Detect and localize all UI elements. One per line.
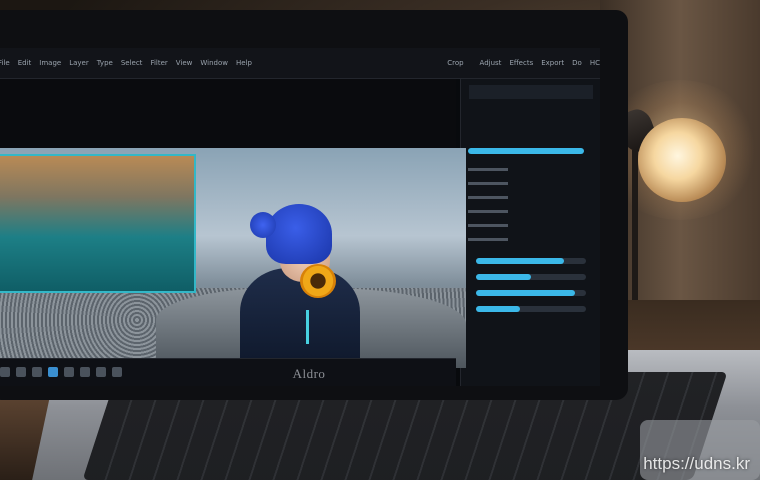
menu-item-edit[interactable]: Edit bbox=[18, 59, 32, 67]
toolbar-item-crop[interactable]: Crop bbox=[447, 59, 463, 67]
menu-item-file[interactable]: File bbox=[0, 59, 10, 67]
sunflower bbox=[300, 264, 336, 298]
selected-layer-bar[interactable] bbox=[468, 148, 584, 154]
toolbar-item-export[interactable]: Export bbox=[541, 59, 564, 67]
menu-item-layer[interactable]: Layer bbox=[69, 59, 89, 67]
laptop-lid: File Edit Image Layer Type Select Filter… bbox=[0, 10, 628, 400]
menu-item-select[interactable]: Select bbox=[121, 59, 143, 67]
menu-item-image[interactable]: Image bbox=[39, 59, 61, 67]
layer-row[interactable] bbox=[468, 224, 508, 227]
lamp-bulb bbox=[638, 118, 726, 202]
menu-item-filter[interactable]: Filter bbox=[150, 59, 167, 67]
layer-row[interactable] bbox=[468, 210, 508, 213]
adjustment-slider[interactable] bbox=[476, 306, 586, 312]
menu-item-window[interactable]: Window bbox=[200, 59, 228, 67]
menu-item-type[interactable]: Type bbox=[97, 59, 113, 67]
toolbar-item-hc[interactable]: HC bbox=[590, 59, 600, 67]
menu-item-view[interactable]: View bbox=[176, 59, 193, 67]
laptop-logo: Aldro bbox=[292, 366, 326, 381]
hat-pompom bbox=[250, 212, 276, 238]
layer-row[interactable] bbox=[468, 196, 508, 199]
adjustment-slider[interactable] bbox=[476, 274, 586, 280]
toolbar-item-do[interactable]: Do bbox=[572, 59, 582, 67]
adjustments-panel[interactable] bbox=[460, 79, 600, 386]
jacket-zipper bbox=[306, 310, 309, 344]
toolbar-item-effects[interactable]: Effects bbox=[509, 59, 533, 67]
floating-preview-panel[interactable] bbox=[0, 154, 196, 293]
editor-menu-bar: File Edit Image Layer Type Select Filter… bbox=[0, 48, 600, 79]
adjustment-slider[interactable] bbox=[476, 290, 586, 296]
watermark-url: https://udns.kr bbox=[643, 454, 750, 473]
toolbar-item-adjust[interactable]: Adjust bbox=[480, 59, 502, 67]
layer-row[interactable] bbox=[468, 238, 508, 241]
layer-row[interactable] bbox=[468, 168, 508, 171]
slider-fill bbox=[476, 306, 520, 312]
menu-item-help[interactable]: Help bbox=[236, 59, 252, 67]
laptop-screen: File Edit Image Layer Type Select Filter… bbox=[0, 48, 600, 386]
slider-fill bbox=[476, 258, 564, 264]
slider-fill bbox=[476, 290, 575, 296]
laptop-scene: File Edit Image Layer Type Select Filter… bbox=[0, 0, 760, 480]
adjustment-slider[interactable] bbox=[476, 258, 586, 264]
knit-hat bbox=[266, 204, 332, 264]
slider-fill bbox=[476, 274, 531, 280]
layer-row[interactable] bbox=[468, 182, 508, 185]
panel-header bbox=[469, 85, 593, 99]
lamp-arm bbox=[632, 150, 638, 315]
